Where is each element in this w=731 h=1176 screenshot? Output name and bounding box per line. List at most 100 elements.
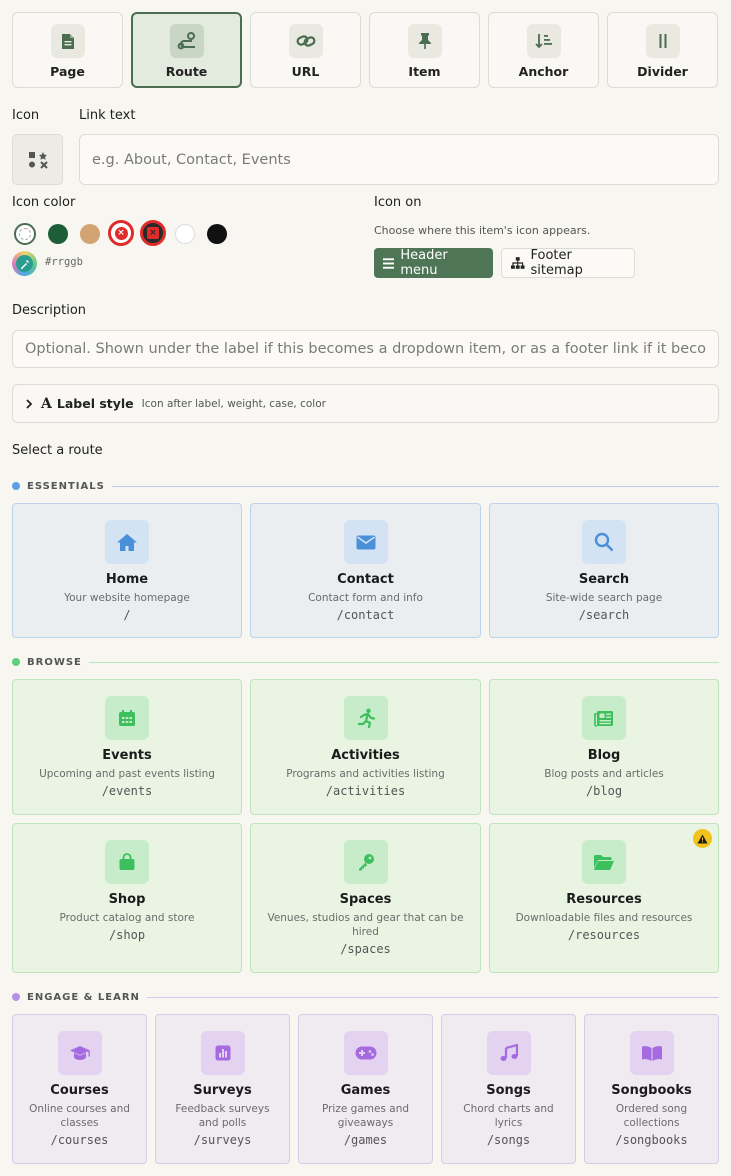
type-page-button[interactable]: Page <box>12 12 123 88</box>
route-title: Contact <box>337 572 394 587</box>
route-description: Chord charts and lyrics <box>463 1103 554 1129</box>
description-input[interactable] <box>12 330 719 368</box>
search-icon <box>582 520 626 564</box>
close-icon: × <box>147 227 159 239</box>
icon-shapes-icon <box>28 151 48 169</box>
route-description: Feedback surveys and polls <box>175 1103 270 1129</box>
route-card-search[interactable]: Search Site-wide search page /search <box>489 503 719 638</box>
type-anchor-button[interactable]: Anchor <box>488 12 599 88</box>
route-card-activities[interactable]: Activities Programs and activities listi… <box>250 679 481 815</box>
section-title: BROWSE <box>27 656 82 668</box>
route-description: Product catalog and store <box>59 912 195 924</box>
description-label: Description <box>12 303 87 318</box>
route-card-spaces[interactable]: Spaces Venues, studios and gear that can… <box>250 823 481 973</box>
route-title: Courses <box>50 1083 109 1098</box>
route-path: /spaces <box>340 942 391 956</box>
route-card-songbooks[interactable]: Songbooks Ordered song collections /song… <box>584 1014 719 1164</box>
section-divider <box>88 661 719 663</box>
route-path: /songs <box>486 1133 531 1147</box>
route-card-contact[interactable]: Contact Contact form and info /contact <box>250 503 481 638</box>
route-card-songs[interactable]: Songs Chord charts and lyrics /songs <box>441 1014 576 1164</box>
type-label: Divider <box>637 64 688 79</box>
gamepad-icon <box>343 1031 388 1075</box>
page-icon <box>50 24 85 58</box>
running-icon <box>343 696 388 740</box>
route-card-resources[interactable]: Resources Downloadable files and resourc… <box>489 823 719 973</box>
route-icon <box>169 24 204 58</box>
route-path: /courses <box>50 1133 109 1147</box>
label-style-subtitle: Icon after label, weight, case, color <box>141 397 326 410</box>
link-text-input[interactable] <box>79 134 719 185</box>
route-title: Blog <box>587 748 621 763</box>
icon-picker-button[interactable] <box>12 134 63 185</box>
hex-input[interactable]: #rrggb <box>45 256 83 268</box>
type-item-button[interactable]: Item <box>369 12 480 88</box>
color-black-swatch[interactable] <box>207 224 227 244</box>
color-none-swatch[interactable] <box>14 223 36 245</box>
route-description: Your website homepage <box>64 592 190 604</box>
chevron-right-icon <box>26 398 33 409</box>
route-description: Upcoming and past events listing <box>39 768 215 780</box>
color-dark-swatch[interactable]: × <box>140 220 166 246</box>
route-title: Search <box>578 572 630 587</box>
route-description: Venues, studios and gear that can be hir… <box>267 912 464 938</box>
calendar-icon <box>105 696 149 740</box>
route-path: /search <box>578 608 630 622</box>
poll-icon <box>200 1031 245 1075</box>
link-text-label: Link text <box>79 108 136 123</box>
header-menu-toggle[interactable]: Header menu <box>374 248 493 278</box>
route-title: Surveys <box>193 1083 252 1098</box>
route-card-games[interactable]: Games Prize games and giveaways /games <box>298 1014 433 1164</box>
type-label: Anchor <box>518 64 569 79</box>
route-path: /games <box>343 1133 388 1147</box>
route-title: Games <box>340 1083 391 1098</box>
route-card-courses[interactable]: Courses Online courses and classes /cour… <box>12 1014 147 1164</box>
route-card-shop[interactable]: Shop Product catalog and store /shop <box>12 823 242 973</box>
menu-icon <box>383 257 395 269</box>
section-engage: ENGAGE & LEARN <box>12 991 719 1003</box>
music-icon <box>486 1031 531 1075</box>
section-divider <box>111 485 719 487</box>
route-title: Events <box>102 748 152 763</box>
route-path: /contact <box>336 608 395 622</box>
route-title: Activities <box>331 748 400 763</box>
route-description: Ordered song collections <box>615 1103 688 1129</box>
route-card-surveys[interactable]: Surveys Feedback surveys and polls /surv… <box>155 1014 290 1164</box>
route-description: Programs and activities listing <box>286 768 445 780</box>
footer-sitemap-toggle[interactable]: Footer sitemap <box>501 248 635 278</box>
color-tan-swatch[interactable] <box>80 224 100 244</box>
route-description: Blog posts and articles <box>544 768 664 780</box>
route-card-events[interactable]: Events Upcoming and past events listing … <box>12 679 242 815</box>
route-card-blog[interactable]: Blog Blog posts and articles /blog <box>489 679 719 815</box>
route-title: Spaces <box>339 892 392 907</box>
close-icon: × <box>114 226 128 240</box>
icon-on-help: Choose where this item's icon appears. <box>374 224 591 237</box>
route-card-home[interactable]: Home Your website homepage / <box>12 503 242 638</box>
label-style-toggle[interactable]: A Label style Icon after label, weight, … <box>12 384 719 423</box>
icon-on-label: Icon on <box>374 195 422 210</box>
color-red-swatch[interactable]: × <box>108 220 134 246</box>
section-browse: BROWSE <box>12 656 719 668</box>
text-style-icon: A <box>41 395 52 412</box>
route-description: Contact form and info <box>308 592 423 604</box>
route-title: Home <box>105 572 149 587</box>
type-url-button[interactable]: URL <box>250 12 361 88</box>
route-description: Online courses and classes <box>29 1103 130 1129</box>
header-menu-label: Header menu <box>400 248 448 278</box>
type-divider-button[interactable]: Divider <box>607 12 718 88</box>
section-title: ESSENTIALS <box>27 480 105 492</box>
route-path: /activities <box>325 784 406 798</box>
sitemap-icon <box>511 257 525 269</box>
book-icon <box>629 1031 674 1075</box>
custom-color-button[interactable] <box>12 251 37 276</box>
color-green-swatch[interactable] <box>48 224 68 244</box>
home-icon <box>105 520 149 564</box>
select-route-label: Select a route <box>12 443 103 458</box>
color-white-swatch[interactable] <box>175 224 195 244</box>
type-route-button[interactable]: Route <box>131 12 242 88</box>
route-path: /resources <box>567 928 641 942</box>
route-path: /songbooks <box>615 1133 688 1147</box>
section-essentials: ESSENTIALS <box>12 480 719 492</box>
route-description: Site-wide search page <box>545 592 663 604</box>
warning-icon <box>693 829 712 848</box>
